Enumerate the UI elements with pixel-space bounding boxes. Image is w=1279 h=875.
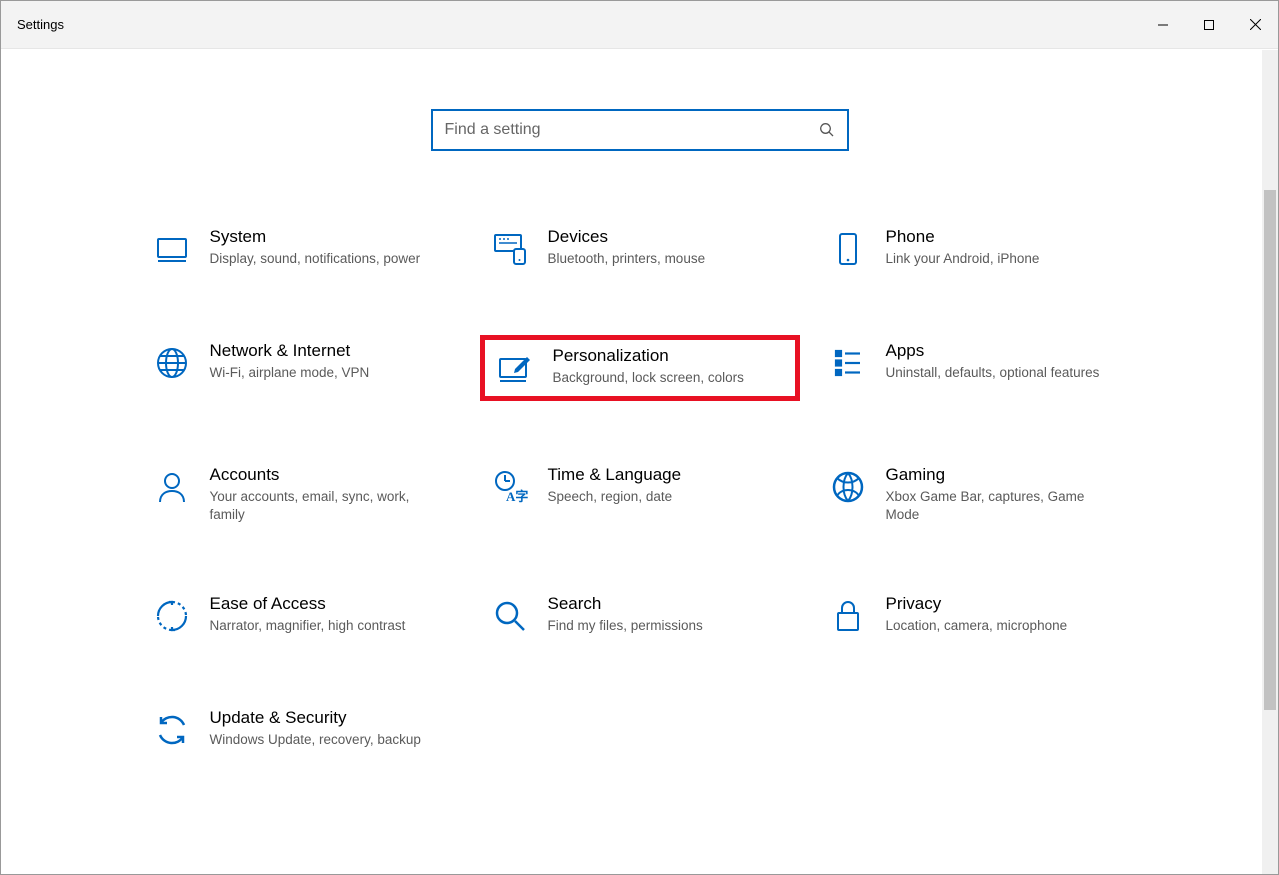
content-area: System Display, sound, notifications, po… (1, 49, 1278, 758)
settings-grid: System Display, sound, notifications, po… (142, 221, 1138, 758)
category-title: Network & Internet (210, 341, 370, 361)
category-desc: Link your Android, iPhone (886, 250, 1040, 268)
personalization-icon (493, 346, 537, 390)
category-desc: Location, camera, microphone (886, 617, 1068, 635)
update-icon (150, 708, 194, 752)
category-system[interactable]: System Display, sound, notifications, po… (142, 221, 462, 277)
search-cat-icon (488, 594, 532, 638)
system-icon (150, 227, 194, 271)
category-title: Phone (886, 227, 1040, 247)
ease-icon (150, 594, 194, 638)
category-ease-of-access[interactable]: Ease of Access Narrator, magnifier, high… (142, 588, 462, 644)
category-devices[interactable]: Devices Bluetooth, printers, mouse (480, 221, 800, 277)
category-title: Devices (548, 227, 706, 247)
category-desc: Narrator, magnifier, high contrast (210, 617, 406, 635)
category-desc: Your accounts, email, sync, work, family (210, 488, 430, 524)
category-title: Ease of Access (210, 594, 406, 614)
window-controls (1140, 1, 1278, 48)
minimize-button[interactable] (1140, 1, 1186, 48)
category-desc: Bluetooth, printers, mouse (548, 250, 706, 268)
category-desc: Uninstall, defaults, optional features (886, 364, 1100, 382)
category-title: Personalization (553, 346, 744, 366)
category-network[interactable]: Network & Internet Wi-Fi, airplane mode,… (142, 335, 462, 401)
close-button[interactable] (1232, 1, 1278, 48)
category-desc: Windows Update, recovery, backup (210, 731, 421, 749)
category-desc: Find my files, permissions (548, 617, 703, 635)
category-phone[interactable]: Phone Link your Android, iPhone (818, 221, 1138, 277)
category-desc: Background, lock screen, colors (553, 369, 744, 387)
vertical-scrollbar[interactable] (1262, 50, 1278, 874)
category-desc: Wi-Fi, airplane mode, VPN (210, 364, 370, 382)
category-desc: Display, sound, notifications, power (210, 250, 421, 268)
category-title: Accounts (210, 465, 430, 485)
search-icon (819, 122, 835, 138)
titlebar: Settings (1, 1, 1278, 49)
close-icon (1250, 19, 1261, 30)
category-title: Search (548, 594, 703, 614)
category-title: Time & Language (548, 465, 682, 485)
category-time[interactable]: A字 Time & Language Speech, region, date (480, 459, 800, 530)
search-box[interactable] (431, 109, 849, 151)
category-search[interactable]: Search Find my files, permissions (480, 588, 800, 644)
time-icon: A字 (488, 465, 532, 509)
category-title: System (210, 227, 421, 247)
category-desc: Xbox Game Bar, captures, Game Mode (886, 488, 1106, 524)
category-title: Gaming (886, 465, 1106, 485)
maximize-button[interactable] (1186, 1, 1232, 48)
window-title: Settings (17, 17, 64, 32)
category-title: Update & Security (210, 708, 421, 728)
minimize-icon (1158, 20, 1168, 30)
gaming-icon (826, 465, 870, 509)
svg-text:A字: A字 (506, 489, 528, 504)
category-title: Privacy (886, 594, 1068, 614)
category-update[interactable]: Update & Security Windows Update, recove… (142, 702, 462, 758)
category-privacy[interactable]: Privacy Location, camera, microphone (818, 588, 1138, 644)
phone-icon (826, 227, 870, 271)
category-apps[interactable]: Apps Uninstall, defaults, optional featu… (818, 335, 1138, 401)
category-accounts[interactable]: Accounts Your accounts, email, sync, wor… (142, 459, 462, 530)
category-desc: Speech, region, date (548, 488, 682, 506)
privacy-icon (826, 594, 870, 638)
network-icon (150, 341, 194, 385)
category-title: Apps (886, 341, 1100, 361)
category-personalization[interactable]: Personalization Background, lock screen,… (480, 335, 800, 401)
scrollbar-thumb[interactable] (1264, 190, 1276, 710)
devices-icon (488, 227, 532, 271)
maximize-icon (1204, 20, 1214, 30)
search-input[interactable] (445, 121, 819, 139)
apps-icon (826, 341, 870, 385)
category-gaming[interactable]: Gaming Xbox Game Bar, captures, Game Mod… (818, 459, 1138, 530)
accounts-icon (150, 465, 194, 509)
